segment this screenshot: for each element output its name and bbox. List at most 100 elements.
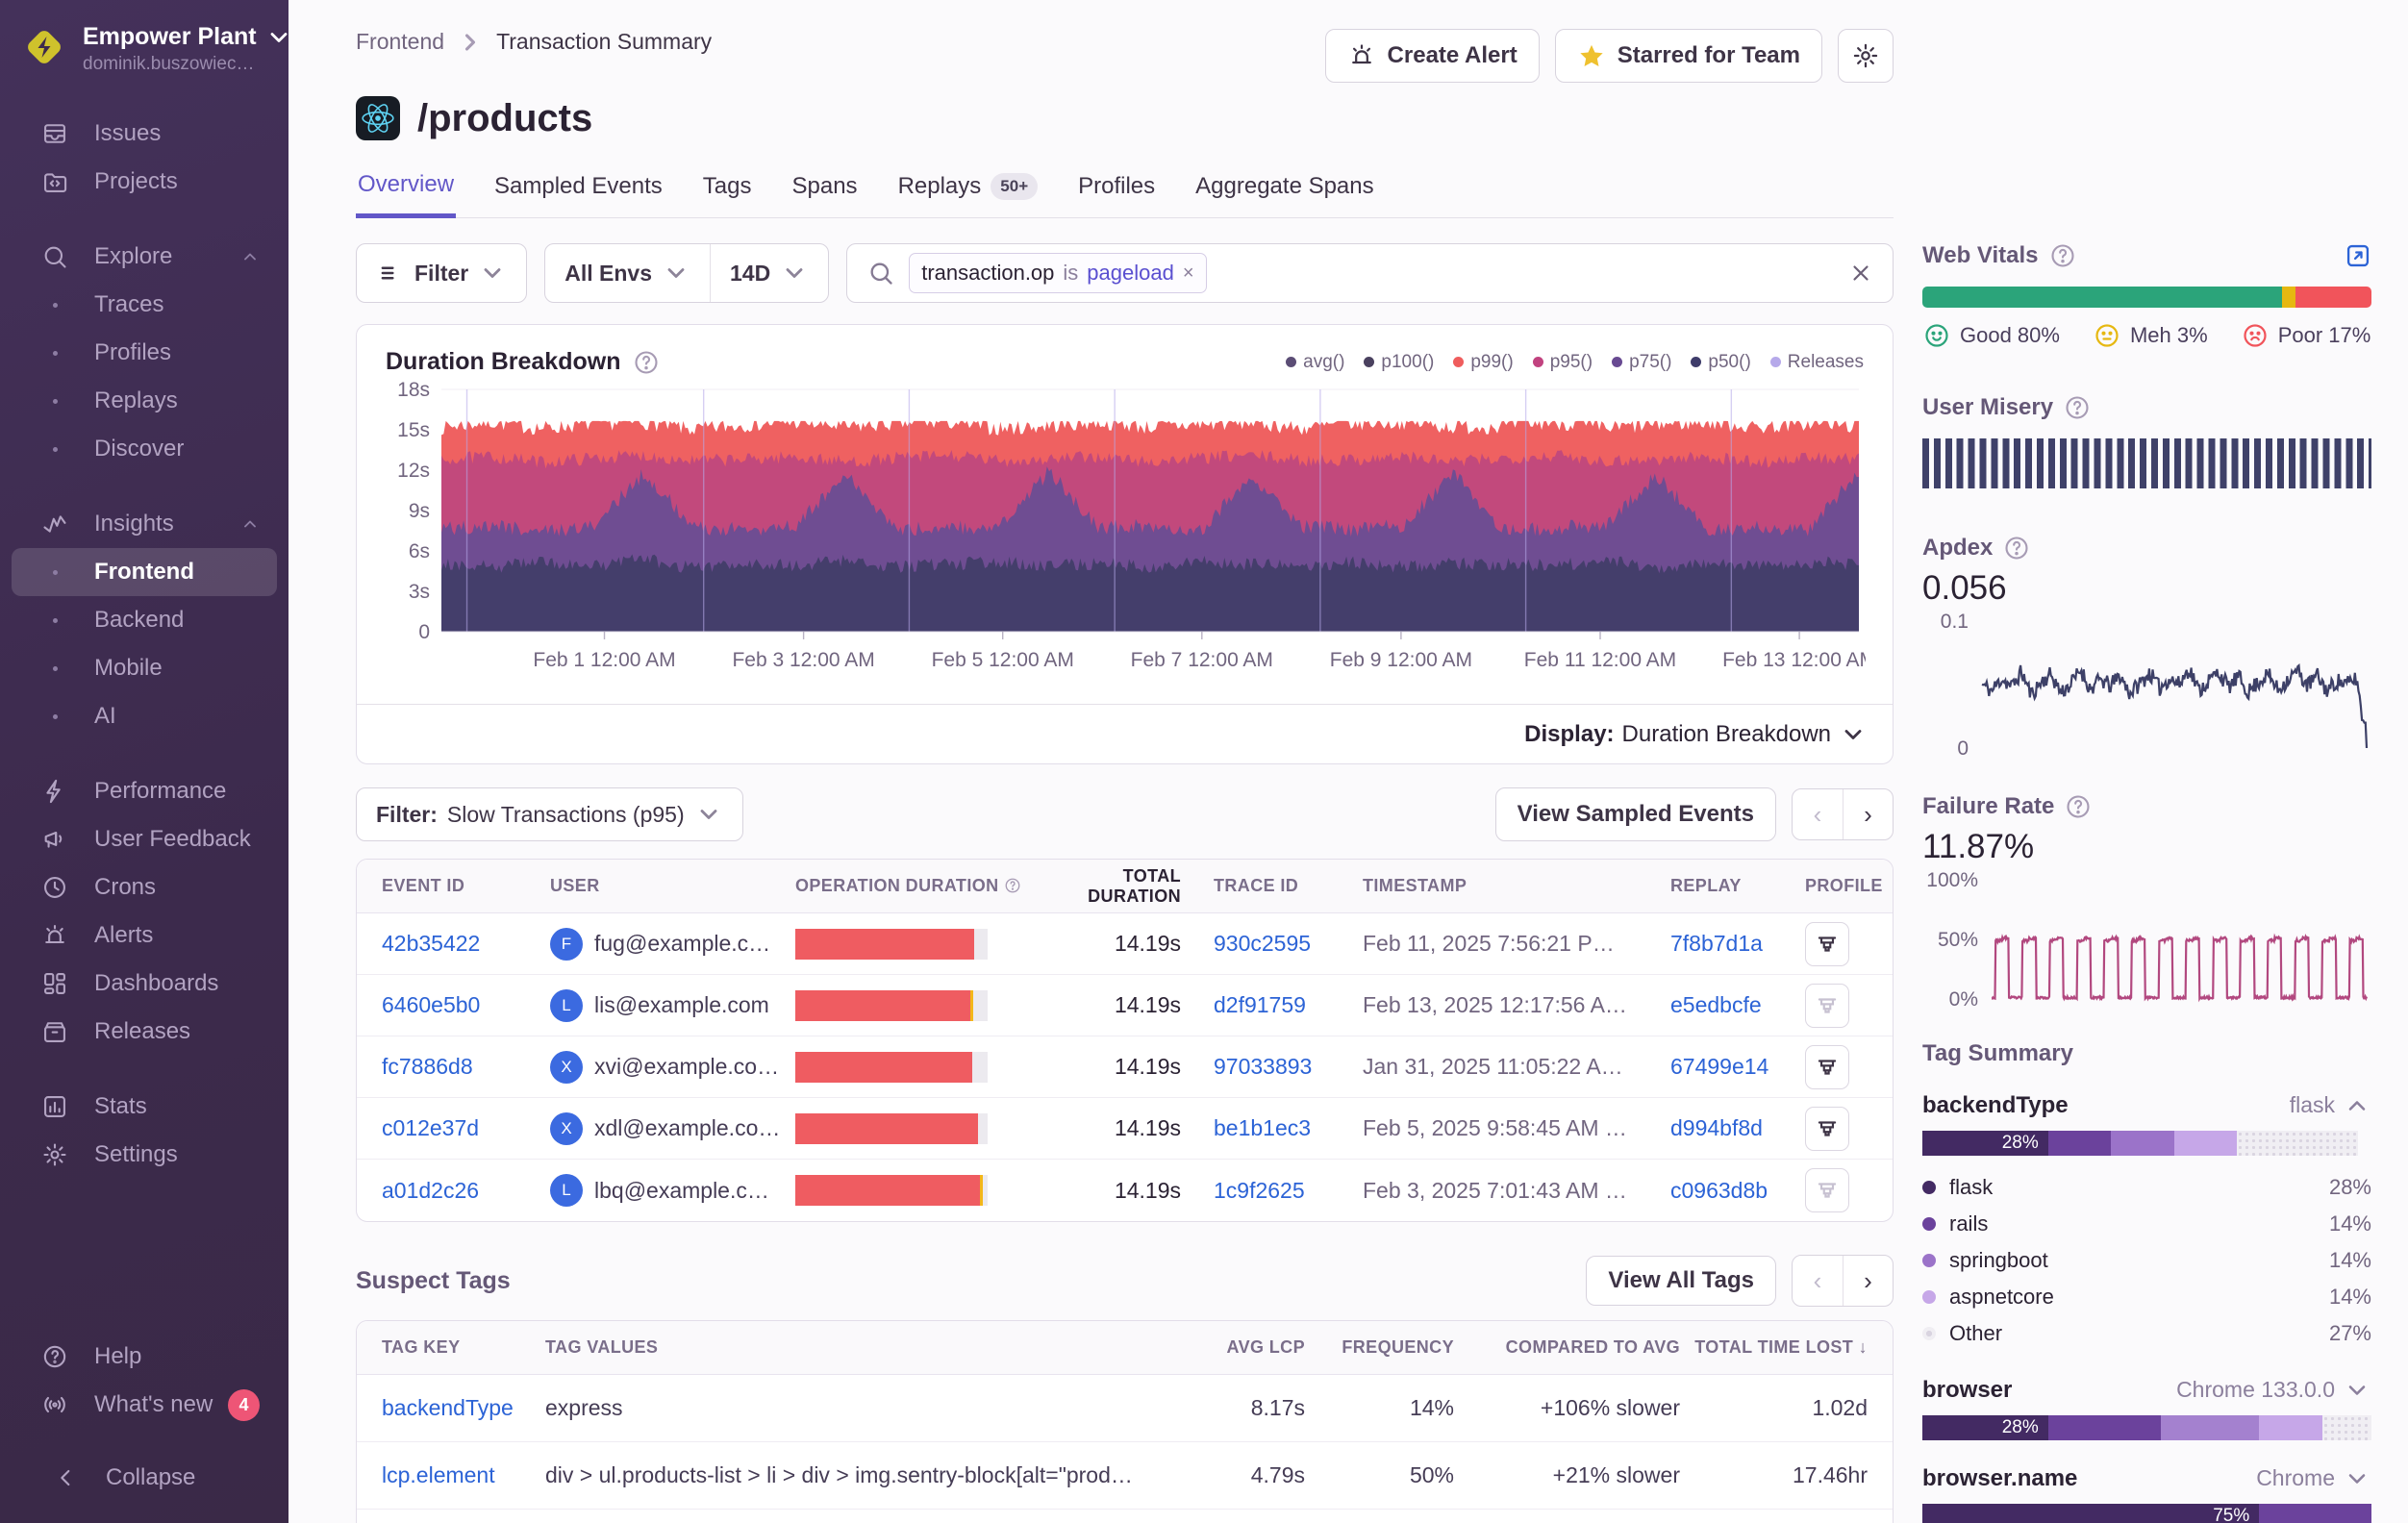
create-alert-button[interactable]: Create Alert xyxy=(1325,29,1540,83)
tab-overview[interactable]: Overview xyxy=(356,165,456,218)
event-id-link[interactable]: 42b35422 xyxy=(382,931,480,956)
tab-profiles[interactable]: Profiles xyxy=(1076,165,1157,217)
legend-item-p95[interactable]: p95() xyxy=(1533,352,1593,373)
tag-legend-row[interactable]: aspnetcore14% xyxy=(1922,1279,2371,1315)
prev-page-button[interactable]: ‹ xyxy=(1793,1256,1843,1306)
sidebar-item-help[interactable]: Help xyxy=(12,1333,277,1381)
trace-id-link[interactable]: 930c2595 xyxy=(1214,931,1311,956)
settings-button[interactable] xyxy=(1838,29,1894,83)
events-filter-dropdown[interactable]: Filter: Slow Transactions (p95) xyxy=(356,787,743,841)
sidebar-item-issues[interactable]: Issues xyxy=(12,110,277,158)
sidebar-item-ai[interactable]: AI xyxy=(12,692,277,740)
profile-button[interactable] xyxy=(1805,1107,1849,1151)
vitals-segment-meh xyxy=(2282,287,2295,308)
legend-item-p75[interactable]: p75() xyxy=(1612,352,1671,373)
date-range-selector[interactable]: 14D xyxy=(710,244,828,302)
tag-legend-row[interactable]: flask28% xyxy=(1922,1169,2371,1206)
legend-dot-icon xyxy=(1286,357,1296,367)
legend-item-p50[interactable]: p50() xyxy=(1691,352,1750,373)
tag-selected-value[interactable]: Chrome xyxy=(2256,1465,2371,1491)
profile-button[interactable] xyxy=(1805,922,1849,966)
legend-item-avg[interactable]: avg() xyxy=(1286,352,1344,373)
help-icon[interactable] xyxy=(632,352,661,373)
next-page-button[interactable]: › xyxy=(1843,789,1893,839)
event-id-link[interactable]: 6460e5b0 xyxy=(382,992,480,1017)
help-icon[interactable] xyxy=(2063,397,2092,418)
event-id-link[interactable]: fc7886d8 xyxy=(382,1054,473,1079)
sidebar-item-stats[interactable]: Stats xyxy=(12,1083,277,1131)
sidebar-section-insights[interactable]: Insights xyxy=(12,500,277,548)
tag-selected-value[interactable]: Chrome 133.0.0 xyxy=(2176,1377,2371,1403)
web-vitals-labels: Good 80%Meh 3%Poor 17% xyxy=(1922,323,2371,348)
event-id-link[interactable]: a01d2c26 xyxy=(382,1178,479,1203)
sidebar-item-projects[interactable]: Projects xyxy=(12,158,277,206)
external-link-icon[interactable] xyxy=(2345,242,2371,269)
search-clear-icon[interactable] xyxy=(1848,261,1873,286)
tag-legend-row[interactable]: rails14% xyxy=(1922,1206,2371,1242)
replay-link[interactable]: 67499e14 xyxy=(1670,1054,1768,1079)
help-icon[interactable] xyxy=(2064,796,2093,817)
replay-link[interactable]: d994bf8d xyxy=(1670,1115,1763,1140)
tag-legend-row[interactable]: springboot14% xyxy=(1922,1242,2371,1279)
token-remove-icon[interactable]: × xyxy=(1183,262,1194,285)
legend-item-Releases[interactable]: Releases xyxy=(1770,352,1864,373)
sidebar-item-performance[interactable]: Performance xyxy=(12,767,277,815)
trace-id-link[interactable]: 1c9f2625 xyxy=(1214,1178,1305,1203)
sidebar-item-discover[interactable]: Discover xyxy=(12,425,277,473)
siren-icon xyxy=(1347,41,1376,70)
filter-dropdown[interactable]: Filter xyxy=(356,243,527,303)
breadcrumb-project[interactable]: Frontend xyxy=(356,29,444,55)
tab-sampled-events[interactable]: Sampled Events xyxy=(492,165,665,217)
trace-id-link[interactable]: 97033893 xyxy=(1214,1054,1312,1079)
sidebar-item-user-feedback[interactable]: User Feedback xyxy=(12,815,277,863)
help-icon[interactable] xyxy=(2048,245,2077,266)
replay-link[interactable]: c0963d8b xyxy=(1670,1178,1768,1203)
replay-link[interactable]: e5edbcfe xyxy=(1670,992,1762,1017)
date-range-label: 14D xyxy=(730,261,770,287)
view-all-tags-button[interactable]: View All Tags xyxy=(1586,1256,1776,1306)
legend-item-p99[interactable]: p99() xyxy=(1453,352,1513,373)
starred-for-team-button[interactable]: Starred for Team xyxy=(1555,29,1822,83)
display-selector[interactable]: Display: Duration Breakdown xyxy=(357,704,1893,763)
tab-replays[interactable]: Replays50+ xyxy=(896,165,1041,217)
legend-item-p100[interactable]: p100() xyxy=(1364,352,1434,373)
tab-aggregate-spans[interactable]: Aggregate Spans xyxy=(1193,165,1375,217)
view-sampled-events-button[interactable]: View Sampled Events xyxy=(1495,787,1776,841)
tab-spans[interactable]: Spans xyxy=(790,165,860,217)
trace-id-link[interactable]: d2f91759 xyxy=(1214,992,1306,1017)
env-selector[interactable]: All Envs xyxy=(545,244,710,302)
search-input[interactable]: transaction.op is pageload × xyxy=(846,243,1894,303)
sidebar-item-profiles[interactable]: Profiles xyxy=(12,329,277,377)
sidebar-item-traces[interactable]: Traces xyxy=(12,281,277,329)
next-page-button[interactable]: › xyxy=(1843,1256,1893,1306)
search-token[interactable]: transaction.op is pageload × xyxy=(909,253,1206,293)
sidebar-section-explore[interactable]: Explore xyxy=(12,233,277,281)
tag-legend-row[interactable]: Other27% xyxy=(1922,1315,2371,1352)
profile-button[interactable] xyxy=(1805,1045,1849,1089)
help-icon[interactable] xyxy=(2002,537,2031,559)
tab-tags[interactable]: Tags xyxy=(701,165,754,217)
sidebar-item-mobile[interactable]: Mobile xyxy=(12,644,277,692)
sidebar-item-replays[interactable]: Replays xyxy=(12,377,277,425)
replay-link[interactable]: 7f8b7d1a xyxy=(1670,931,1763,956)
sidebar-item-dashboards[interactable]: Dashboards xyxy=(12,960,277,1008)
trace-id-link[interactable]: be1b1ec3 xyxy=(1214,1115,1311,1140)
sidebar-item-settings[interactable]: Settings xyxy=(12,1131,277,1179)
sidebar-item-alerts[interactable]: Alerts xyxy=(12,911,277,960)
prev-page-button[interactable]: ‹ xyxy=(1793,789,1843,839)
sidebar-item-what-s-new[interactable]: What's new4 xyxy=(12,1381,277,1429)
profile-button[interactable] xyxy=(1805,1168,1849,1212)
tag-key-link[interactable]: lcp.element xyxy=(382,1462,495,1487)
profile-button[interactable] xyxy=(1805,984,1849,1028)
sidebar-item-crons[interactable]: Crons xyxy=(12,863,277,911)
event-id-link[interactable]: c012e37d xyxy=(382,1115,479,1140)
sidebar-item-backend[interactable]: Backend xyxy=(12,596,277,644)
sidebar-item-frontend[interactable]: Frontend xyxy=(12,548,277,596)
replay-cell: d994bf8d xyxy=(1670,1115,1805,1141)
sidebar-collapse-button[interactable]: Collapse xyxy=(23,1454,265,1502)
tag-key-link[interactable]: backendType xyxy=(382,1395,514,1420)
org-switcher[interactable]: Empower Plant dominik.buszowiec… xyxy=(0,0,288,85)
column-header-total-time-lost[interactable]: Total Time Lost ↓ xyxy=(1680,1337,1868,1358)
sidebar-item-releases[interactable]: Releases xyxy=(12,1008,277,1056)
tag-selected-value[interactable]: flask xyxy=(2290,1092,2371,1118)
